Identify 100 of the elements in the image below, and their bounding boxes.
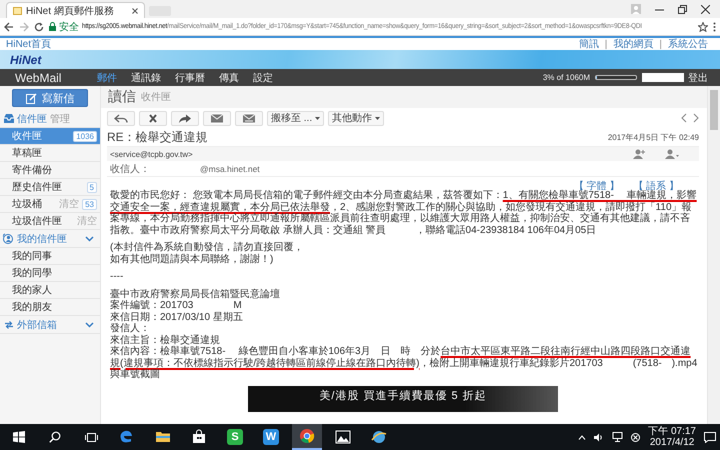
forward-icon xyxy=(178,112,192,124)
folder-item[interactable]: 寄件備份 xyxy=(0,162,100,179)
body-text: 來信主旨：檢舉交通違規 xyxy=(110,334,221,346)
nav-tab[interactable]: 設定 xyxy=(253,70,273,84)
top-link[interactable]: 簡訊 xyxy=(578,37,599,51)
nav-tab[interactable]: 郵件 xyxy=(97,70,117,84)
section-title[interactable]: 我的信件匣 xyxy=(17,232,67,246)
page-title: 讀信 xyxy=(108,88,136,106)
separator: | xyxy=(604,38,608,50)
chevron-down-icon[interactable] xyxy=(85,322,94,328)
app-icon: W xyxy=(263,429,279,445)
body-text: 來信日期：2017/03/10 星期五 xyxy=(110,312,244,323)
section-title[interactable]: 外部信箱 xyxy=(17,318,57,332)
caret-down-icon xyxy=(315,116,320,120)
reload-icon[interactable] xyxy=(34,22,44,32)
back-icon[interactable] xyxy=(4,22,14,32)
caret-down-icon xyxy=(375,116,380,120)
speaker-icon[interactable] xyxy=(594,432,604,442)
body-text: 如有其他問題請與本局聯絡，謝謝！) xyxy=(110,254,274,265)
folder-name: 我的家人 xyxy=(12,284,52,297)
count-badge: 5 xyxy=(86,182,97,192)
ime-icon[interactable] xyxy=(631,432,640,442)
folder-item[interactable]: 我的同事 xyxy=(0,248,100,265)
clock-time: 下午 07:17 xyxy=(648,426,696,437)
count-badge: 1036 xyxy=(73,130,97,142)
user-circle-icon xyxy=(3,233,14,244)
folder-name: 草稿匣 xyxy=(12,146,42,160)
previous-icon[interactable] xyxy=(681,113,687,123)
chrome-icon xyxy=(299,428,315,444)
tab-title: HiNet 網頁郵件服務 xyxy=(26,4,114,18)
home-link[interactable]: HiNet首頁 xyxy=(6,37,52,51)
ad-banner[interactable]: 美/港股 買進手續費最優 5 折起 xyxy=(248,386,558,412)
envelope-button[interactable] xyxy=(203,110,231,126)
lock-icon xyxy=(49,22,56,31)
windows-icon xyxy=(13,431,25,443)
envelope-button[interactable] xyxy=(235,110,263,126)
edge-icon xyxy=(119,429,135,445)
contact-menu-icon[interactable] xyxy=(665,149,679,159)
body-text: 案件編號：201703 M xyxy=(110,300,243,312)
folder-item[interactable]: 歷史信件匣 5 xyxy=(0,179,100,196)
quota-bar xyxy=(595,75,637,80)
reply-button[interactable] xyxy=(107,110,135,126)
add-contact-icon[interactable] xyxy=(633,149,645,159)
nav-tab[interactable]: 傳真 xyxy=(219,70,239,84)
logout-link[interactable]: 登出 xyxy=(688,70,708,84)
compose-button[interactable]: 寫新信 xyxy=(12,89,88,107)
taskbar-clock[interactable]: 下午 07:17 2017/4/12 xyxy=(648,426,696,448)
folder-item[interactable]: 我的朋友 xyxy=(0,299,100,316)
reply-icon xyxy=(114,112,128,124)
star-icon[interactable] xyxy=(698,22,708,32)
landscape-icon xyxy=(335,429,351,445)
more-actions-dropdown[interactable]: 其他動作 xyxy=(328,110,384,126)
search-icon xyxy=(49,431,61,443)
folder-name: 垃圾信件匣 xyxy=(12,214,62,228)
sender-address: <service@tcpb.gov.tw> xyxy=(110,150,193,158)
body-text: 發信人： xyxy=(110,323,151,334)
folder-item[interactable]: 草稿匣 xyxy=(0,145,100,162)
forward-button[interactable] xyxy=(171,110,199,126)
task-view-icon xyxy=(84,432,98,442)
folder-name: 垃圾桶 xyxy=(12,198,42,211)
body-text: ---- xyxy=(110,271,124,282)
nav-tab[interactable]: 行事曆 xyxy=(175,70,205,84)
taskbar-app[interactable] xyxy=(292,424,322,450)
folder-item[interactable]: 我的家人 xyxy=(0,282,100,299)
chevron-up-icon[interactable] xyxy=(578,434,586,440)
top-link[interactable]: 我的網頁 xyxy=(613,37,654,51)
option-link[interactable]: 【 語系 】 xyxy=(633,179,679,190)
folder-item[interactable]: 我的同學 xyxy=(0,265,100,282)
folder-item[interactable]: 垃圾信件匣 清空 xyxy=(0,213,100,230)
page-subtitle: 收件匣 xyxy=(141,91,171,104)
notification-icon[interactable] xyxy=(704,432,716,442)
chevron-down-icon[interactable] xyxy=(85,236,94,242)
folder-item[interactable]: 垃圾桶 清空 53 xyxy=(0,196,100,213)
close-icon[interactable] xyxy=(701,4,710,14)
move-to-dropdown[interactable]: 搬移至 ... xyxy=(267,110,324,126)
body-text: 敬愛的市民您好： 您致電本局局長信箱的電子郵件經交由本分局查處結果，茲答覆如下：1、有關您檢舉車號7518- 車輛違規，影響交通安全一案，經查違規屬實，本分局已依法舉發，2、感謝您對警政工作的關心與協助，如您發現有交通違規，請即撥打「110」報案專線，本分局勤務指揮中心將立即通報所屬轄區派員前往查明處理，以維護大眾用路人權益，抑制治安、交通有其他建議，請不吝指教。臺中市政府警察局太平分局敬啟 承辦人員：交通組 警員 ，聯絡電話04-23938184 106年04月05日 xyxy=(110,190,698,236)
nav-tab[interactable]: 通訊錄 xyxy=(131,70,161,84)
scrollbar-thumb[interactable] xyxy=(710,90,718,130)
top-link[interactable]: 系統公告 xyxy=(668,37,708,51)
restore-icon[interactable] xyxy=(678,4,687,14)
section-title[interactable]: 信件匣 xyxy=(17,112,47,126)
more-icon[interactable] xyxy=(713,22,716,32)
globe-icon xyxy=(371,429,387,445)
pencil-icon xyxy=(26,92,36,104)
site-logo: HiNet xyxy=(10,52,42,66)
count-badge: 53 xyxy=(82,198,97,210)
recipient-label: 收信人： xyxy=(110,162,150,176)
browser-tab[interactable]: HiNet 網頁郵件服務 xyxy=(6,2,145,18)
option-link[interactable]: 【 字體 】 xyxy=(574,179,620,190)
message-date: 2017年4月5日 下午 02:49 xyxy=(608,132,699,142)
close-button[interactable] xyxy=(139,110,167,126)
folder-name: 歷史信件匣 xyxy=(12,180,62,194)
close-icon[interactable] xyxy=(132,8,138,14)
body-text: 臺中市政府警察局局長信箱暨民意論壇 xyxy=(110,288,281,300)
next-icon[interactable] xyxy=(693,113,699,123)
envelope-icon xyxy=(242,112,256,124)
folder-name: 我的同事 xyxy=(12,250,52,263)
security-label: 安全 xyxy=(59,20,79,34)
clock-date: 2017/4/12 xyxy=(650,437,694,448)
network-icon[interactable] xyxy=(612,432,624,442)
